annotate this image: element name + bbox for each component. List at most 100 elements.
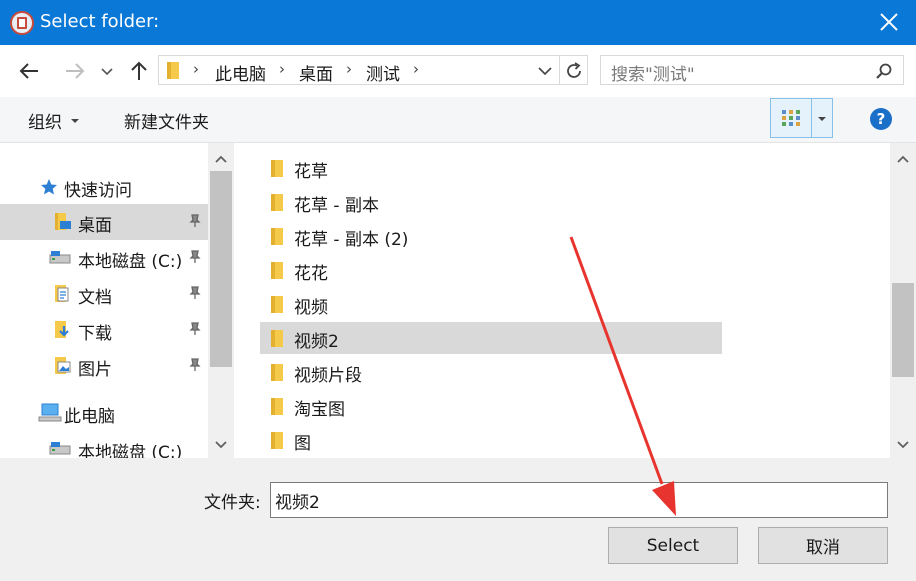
list-item[interactable]: 视频片段	[260, 356, 722, 388]
list-item[interactable]: 图	[260, 424, 722, 456]
search-icon[interactable]	[875, 62, 893, 80]
breadcrumb-separator[interactable]: ›	[279, 60, 285, 78]
search-box[interactable]: 搜索"测试"	[600, 55, 904, 85]
folder-name: 视频	[294, 298, 328, 318]
organize-caret-icon[interactable]	[70, 117, 80, 125]
computer-icon	[38, 403, 62, 422]
pin-icon[interactable]	[188, 286, 202, 300]
breadcrumb-separator[interactable]: ›	[193, 60, 199, 78]
pin-icon[interactable]	[188, 250, 202, 264]
divider	[559, 56, 560, 84]
download-icon	[55, 321, 69, 338]
pin-icon[interactable]	[188, 214, 202, 228]
search-placeholder: 搜索"测试"	[611, 65, 695, 85]
scroll-down-chevron-icon[interactable]	[211, 435, 231, 455]
breadcrumb-this-pc[interactable]: 此电脑	[215, 60, 266, 85]
folder-icon	[271, 398, 283, 415]
list-item[interactable]: 花草 - 副本 (2)	[260, 220, 722, 252]
folder-icon	[271, 364, 283, 381]
nav-item-local-disk-2[interactable]: 本地磁盘 (C:)	[0, 431, 208, 458]
list-item[interactable]: 花草	[260, 152, 722, 184]
film-app-icon	[10, 11, 34, 35]
navigation-pane: 快速访问 桌面 本地磁盘 (C:) 文档 下载 图片 此电脑 本地磁盘 (C:)	[0, 143, 234, 458]
up-arrow-icon[interactable]	[126, 59, 152, 83]
nav-label: 快速访问	[64, 181, 132, 201]
nav-scroll-thumb[interactable]	[210, 171, 232, 367]
breadcrumb-test[interactable]: 测试	[366, 60, 400, 85]
folder-icon	[271, 160, 283, 177]
view-options-button[interactable]	[770, 98, 833, 138]
file-scrollbar[interactable]	[890, 143, 916, 458]
view-caret-icon[interactable]	[817, 115, 827, 123]
folder-name: 花草 - 副本 (2)	[294, 230, 409, 250]
chevron-down-icon[interactable]	[537, 63, 553, 79]
folder-icon	[271, 228, 283, 245]
folder-name: 图	[294, 434, 311, 454]
title-bar: Select folder:	[0, 0, 916, 45]
dialog-footer: 文件夹: Select 取消	[0, 458, 916, 581]
folder-name: 花花	[294, 264, 328, 284]
folder-name: 视频片段	[294, 366, 362, 386]
recent-chevron-down-icon[interactable]	[98, 59, 116, 83]
address-box[interactable]: › 此电脑 › 桌面 › 测试 ›	[158, 55, 588, 85]
breadcrumb-desktop[interactable]: 桌面	[299, 60, 333, 85]
nav-label: 文档	[78, 288, 112, 308]
folder-name: 淘宝图	[294, 400, 345, 420]
breadcrumb-separator[interactable]: ›	[346, 60, 352, 78]
nav-item-this-pc[interactable]: 此电脑	[0, 395, 208, 431]
close-icon[interactable]	[876, 9, 902, 35]
window-title: Select folder:	[40, 11, 160, 32]
folder-name: 花草	[294, 162, 328, 182]
nav-item-local-disk[interactable]: 本地磁盘 (C:)	[0, 240, 208, 276]
nav-label: 本地磁盘 (C:)	[78, 252, 183, 272]
nav-label: 本地磁盘 (C:)	[78, 443, 183, 458]
breadcrumb-separator[interactable]: ›	[413, 60, 419, 78]
folder-icon	[271, 194, 283, 211]
list-item[interactable]: 淘宝图	[260, 390, 722, 422]
folder-icon	[271, 296, 283, 313]
nav-label: 此电脑	[64, 407, 115, 427]
drive-icon	[49, 442, 71, 455]
nav-label: 图片	[78, 360, 112, 380]
list-item[interactable]: 花花	[260, 254, 722, 286]
nav-item-downloads[interactable]: 下载	[0, 312, 208, 348]
new-folder-button[interactable]: 新建文件夹	[124, 108, 209, 133]
pin-icon[interactable]	[188, 322, 202, 336]
nav-item-documents[interactable]: 文档	[0, 276, 208, 312]
refresh-icon[interactable]	[564, 61, 584, 81]
star-icon	[41, 179, 57, 195]
nav-scrollbar[interactable]	[208, 143, 234, 458]
folder-field-label: 文件夹:	[204, 493, 261, 513]
nav-label: 桌面	[78, 216, 112, 236]
folder-name-input[interactable]	[270, 482, 888, 518]
folder-icon	[271, 262, 283, 279]
list-item[interactable]: 花草 - 副本	[260, 186, 722, 218]
scroll-down-chevron-icon[interactable]	[893, 435, 913, 455]
forward-arrow-icon[interactable]	[62, 59, 88, 83]
cancel-button[interactable]: 取消	[758, 527, 888, 564]
folder-name: 视频2	[294, 332, 339, 352]
folder-icon	[167, 62, 179, 79]
nav-item-pictures[interactable]: 图片	[0, 348, 208, 384]
list-item-selected[interactable]: 视频2	[260, 322, 722, 354]
divider	[811, 99, 812, 137]
nav-item-quick-access[interactable]: 快速访问	[0, 169, 208, 205]
folder-icon	[271, 432, 283, 449]
file-list: 花草 花草 - 副本 花草 - 副本 (2) 花花 视频 视频2 视频片段 淘宝…	[234, 143, 916, 458]
organize-menu[interactable]: 组织	[28, 108, 62, 133]
file-scroll-thumb[interactable]	[892, 283, 914, 377]
select-button[interactable]: Select	[608, 527, 738, 564]
scroll-up-chevron-icon[interactable]	[211, 149, 231, 169]
back-arrow-icon[interactable]	[16, 59, 42, 83]
documents-icon	[55, 285, 69, 302]
scroll-up-chevron-icon[interactable]	[893, 149, 913, 169]
view-grid-icon[interactable]	[781, 109, 801, 127]
desktop-folder-icon	[55, 213, 71, 230]
nav-item-desktop[interactable]: 桌面	[0, 204, 208, 240]
pin-icon[interactable]	[188, 358, 202, 372]
drive-icon	[49, 251, 71, 264]
list-item[interactable]: 视频	[260, 288, 722, 320]
pictures-icon	[55, 357, 71, 374]
help-button[interactable]: ?	[870, 108, 892, 130]
folder-icon	[271, 330, 283, 347]
